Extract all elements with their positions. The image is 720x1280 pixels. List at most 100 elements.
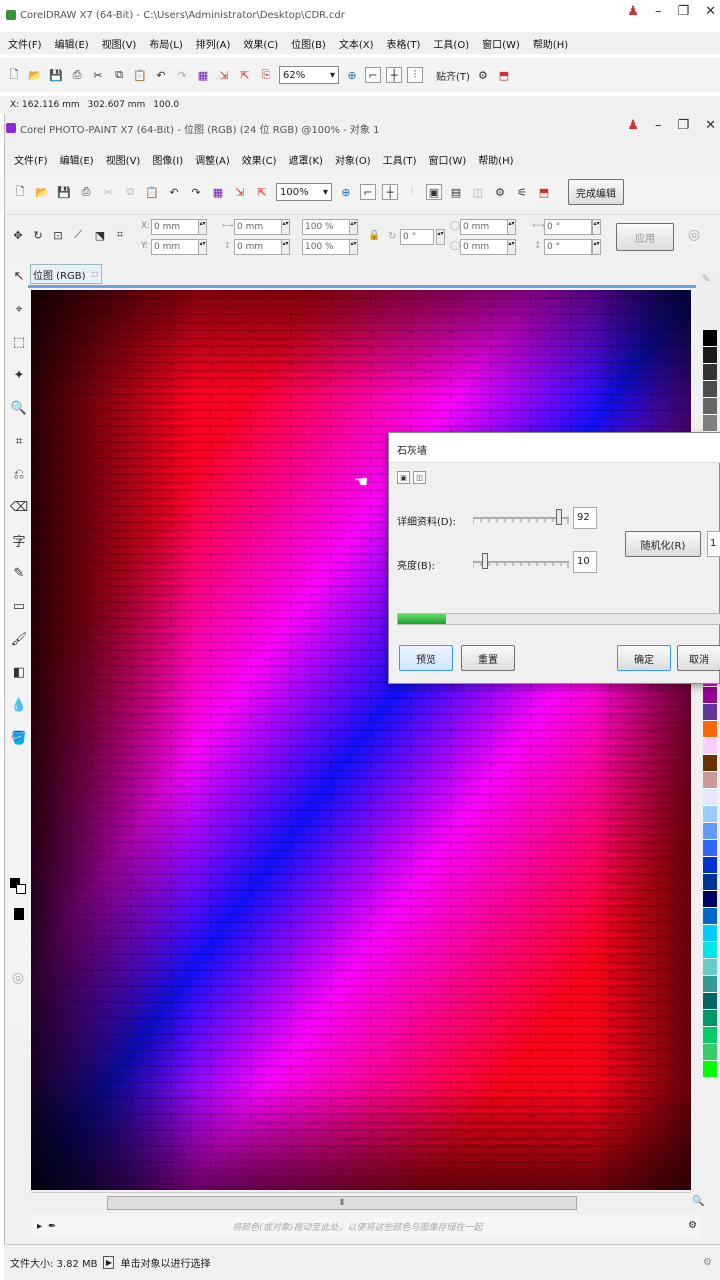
redo-icon[interactable]: ↷ [188, 184, 204, 200]
skew-h-field[interactable]: 0 ° [544, 219, 592, 235]
ok-button[interactable]: 确定 [617, 645, 671, 671]
pp-menu-window[interactable]: 窗口(W) [429, 152, 467, 167]
shape-tool-icon[interactable]: ▭ [11, 598, 27, 614]
palette-swatch[interactable] [703, 687, 717, 704]
copy-icon[interactable]: ⧉ [111, 67, 127, 83]
center-x-field[interactable]: 0 mm [460, 219, 508, 235]
guides-icon[interactable]: ⫶ [404, 184, 420, 200]
skew-icon[interactable]: ⟋ [70, 227, 86, 243]
menu-window[interactable]: 窗口(W) [482, 36, 520, 51]
scale-x-field[interactable]: 100 % [302, 219, 350, 235]
pp-menu-help[interactable]: 帮助(H) [478, 152, 513, 167]
pp-menu-object[interactable]: 对象(O) [335, 152, 371, 167]
full-screen-icon[interactable]: ⊕ [338, 184, 354, 200]
pp-menu-effects[interactable]: 效果(C) [242, 152, 277, 167]
menu-bitmaps[interactable]: 位图(B) [291, 36, 326, 51]
rulers-icon[interactable]: ⌐ [360, 184, 376, 200]
palette-swatch[interactable] [703, 398, 717, 415]
tray-options-icon[interactable]: ⚙ [688, 1220, 697, 1231]
effect-brush-icon[interactable]: 🖌 [11, 631, 28, 647]
text-tool-icon[interactable]: 字 [11, 532, 27, 550]
skew-v-field[interactable]: 0 ° [544, 239, 592, 255]
publish-pdf-icon[interactable]: ⎘ [258, 67, 274, 83]
palette-swatch[interactable] [703, 874, 717, 891]
tab-pin-icon[interactable]: ▫ [92, 269, 99, 280]
distort-icon[interactable]: ⬔ [92, 227, 108, 243]
cut-icon[interactable]: ✂ [100, 184, 116, 200]
palette-swatch[interactable] [703, 1044, 717, 1061]
status-settings-icon[interactable]: ⚙ [703, 1257, 712, 1268]
eyedropper-icon[interactable]: 💧 [11, 697, 27, 713]
welcome-icon[interactable]: ⚟ [514, 184, 530, 200]
print-icon[interactable]: ⎙ [78, 184, 94, 200]
coreldraw-size-value[interactable]: 100.0 [153, 100, 179, 110]
show-mask-icon[interactable]: ▤ [448, 184, 464, 200]
redo-icon[interactable]: ↷ [174, 67, 190, 83]
scale-y-spinner[interactable]: ▴▾ [349, 239, 358, 255]
preview-button[interactable]: 预览 [399, 645, 453, 671]
paste-icon[interactable]: 📋 [144, 184, 160, 200]
preview-window-toggle-icon[interactable]: ▣ [397, 471, 410, 484]
full-screen-icon[interactable]: ⊕ [344, 67, 360, 83]
detail-slider-thumb[interactable] [555, 509, 562, 525]
grid-icon[interactable]: ┼ [382, 184, 398, 200]
restore-icon[interactable]: ❐ [677, 4, 689, 19]
palette-swatch[interactable] [703, 721, 717, 738]
menu-file[interactable]: 文件(F) [8, 36, 42, 51]
menu-help[interactable]: 帮助(H) [533, 36, 568, 51]
expand-toolbox-icon[interactable]: ◎ [10, 970, 26, 986]
search-content-icon[interactable]: ▦ [195, 67, 211, 83]
user-icon[interactable]: ♟ [627, 4, 639, 19]
palette-swatch[interactable] [703, 772, 717, 789]
scale-y-field[interactable]: 100 % [302, 239, 350, 255]
zoom-tool-icon[interactable]: 🔍 [11, 400, 27, 416]
brightness-value-field[interactable]: 10 [573, 551, 597, 573]
minimize-icon[interactable]: – [655, 118, 662, 133]
eraser-tool-icon[interactable]: ⌫ [10, 499, 28, 515]
height-field[interactable]: 0 mm [234, 239, 282, 255]
pp-menu-adjust[interactable]: 调整(A) [195, 152, 230, 167]
close-icon[interactable]: ✕ [705, 118, 716, 133]
copy-icon[interactable]: ⧉ [122, 184, 138, 200]
height-spinner[interactable]: ▴▾ [281, 239, 290, 255]
color-swatches[interactable] [10, 878, 28, 938]
reset-transform-icon[interactable]: ◎ [688, 227, 700, 243]
print-icon[interactable]: ⎙ [69, 67, 85, 83]
grid-icon[interactable]: ┼ [386, 67, 402, 83]
palette-swatch[interactable] [703, 347, 717, 364]
options-icon[interactable]: ⚙ [475, 67, 491, 83]
import-icon[interactable]: ⇲ [232, 184, 248, 200]
center-x-spinner[interactable]: ▴▾ [507, 219, 516, 235]
menu-layout[interactable]: 布局(L) [149, 36, 182, 51]
randomize-button[interactable]: 随机化(R) [625, 531, 701, 557]
magic-wand-icon[interactable]: ✦ [11, 367, 27, 383]
canvas-image[interactable] [31, 290, 691, 1190]
export-icon[interactable]: ⇱ [254, 184, 270, 200]
menu-edit[interactable]: 编辑(E) [55, 36, 89, 51]
rotate-icon[interactable]: ↻ [30, 227, 46, 243]
cancel-button[interactable]: 取消 [677, 645, 720, 671]
user-icon[interactable]: ♟ [627, 118, 639, 133]
palette-swatch[interactable] [703, 823, 717, 840]
rulers-icon[interactable]: ⌐ [365, 67, 381, 83]
save-icon[interactable]: 💾 [48, 67, 64, 83]
scrollbar-thumb[interactable]: ⦀ [107, 1196, 577, 1210]
detail-value-field[interactable]: 92 [573, 507, 597, 529]
pick-tool-icon[interactable]: ↖ [11, 268, 27, 284]
pp-menu-edit[interactable]: 编辑(E) [60, 152, 94, 167]
center-y-field[interactable]: 0 mm [460, 239, 508, 255]
background-color-swatch[interactable] [16, 884, 26, 894]
palette-swatch[interactable] [703, 942, 717, 959]
close-icon[interactable]: ✕ [705, 4, 716, 19]
cut-icon[interactable]: ✂ [90, 67, 106, 83]
palette-swatch[interactable] [703, 1010, 717, 1027]
brightness-slider[interactable] [473, 553, 569, 571]
palette-swatch[interactable] [703, 789, 717, 806]
menu-text[interactable]: 文本(X) [339, 36, 374, 51]
pin-icon[interactable]: ✎ [702, 274, 710, 285]
apply-button[interactable]: 应用 [616, 223, 674, 251]
horizontal-scrollbar[interactable]: ⦀ [31, 1192, 691, 1212]
palette-swatch[interactable] [703, 738, 717, 755]
detail-slider[interactable] [473, 509, 569, 527]
palette-swatch[interactable] [703, 976, 717, 993]
